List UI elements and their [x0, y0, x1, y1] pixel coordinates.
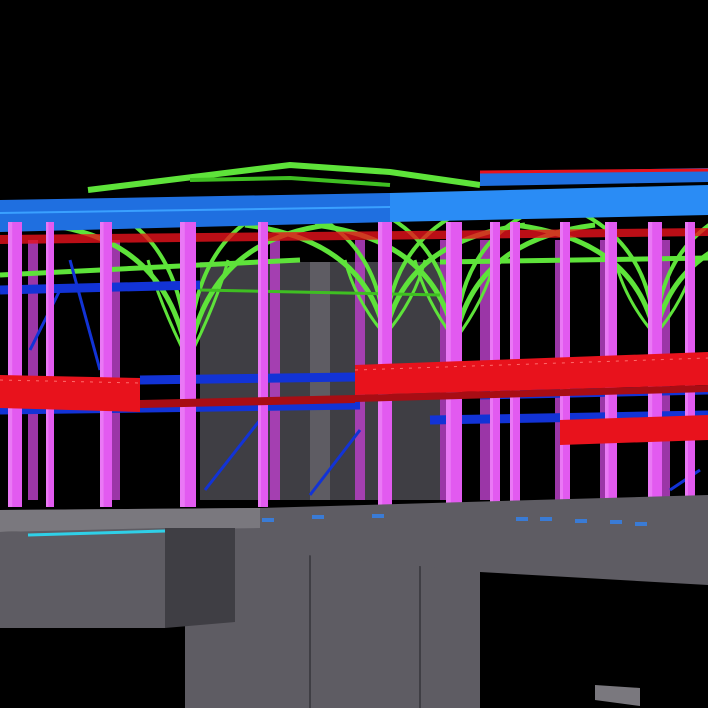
base-plate — [516, 517, 528, 521]
floor-beam — [0, 375, 140, 412]
base-plate — [312, 515, 324, 519]
base-plate — [610, 520, 622, 524]
base-plate — [575, 519, 587, 523]
model-viewport[interactable] — [0, 0, 708, 708]
slab-block-side — [165, 528, 235, 628]
structural-model-scene — [0, 161, 708, 708]
column-back — [270, 240, 280, 500]
truss-arc — [452, 222, 596, 341]
roof-beam-main — [390, 185, 708, 222]
column-highlight — [46, 222, 49, 507]
floor-beam — [560, 415, 708, 445]
column-highlight — [8, 222, 13, 507]
column-highlight — [100, 222, 104, 507]
column-highlight — [258, 222, 261, 507]
base-plate — [635, 522, 647, 526]
base-plate — [372, 514, 384, 518]
concrete-core — [185, 262, 480, 708]
column-highlight — [180, 222, 185, 507]
column-back — [28, 240, 38, 500]
diagonal-brace — [68, 259, 102, 371]
base-plate — [262, 518, 274, 522]
roof-edge-red — [479, 168, 708, 174]
base-plate — [540, 517, 552, 521]
slab-block — [0, 528, 165, 628]
ridge-beam — [189, 175, 391, 187]
stair-fragment — [595, 685, 640, 706]
